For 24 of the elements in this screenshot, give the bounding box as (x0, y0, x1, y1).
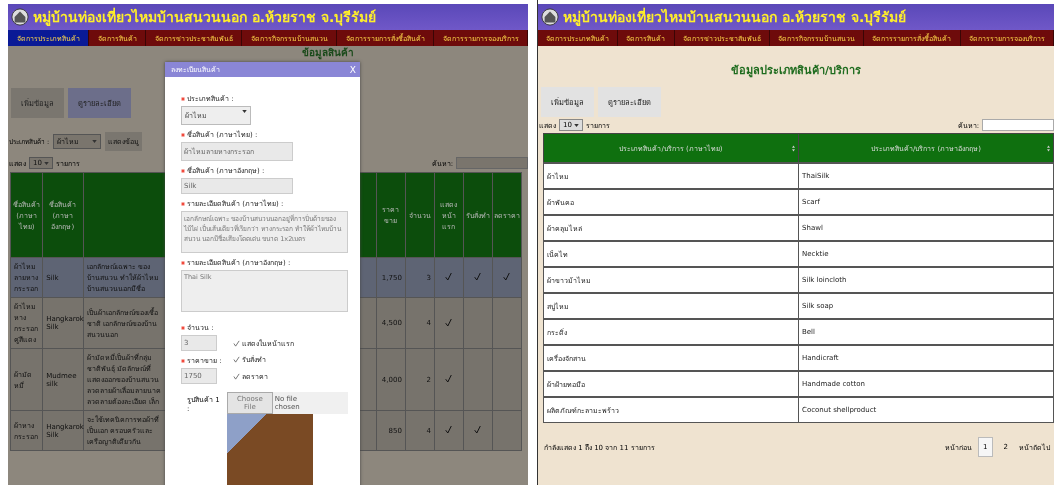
page-title: ข้อมูลสินค้า (302, 47, 354, 58)
checkbox[interactable] (233, 372, 240, 380)
logo-icon (541, 8, 559, 26)
page-title: ข้อมูลประเภทสินค้า/บริการ (730, 63, 862, 79)
caret-icon (242, 110, 247, 113)
search-field[interactable] (982, 119, 1054, 131)
sort-icon[interactable] (1047, 144, 1050, 152)
logo-icon (11, 8, 29, 26)
check-icon (445, 374, 453, 383)
check-icon (503, 272, 511, 281)
site-title: หมู่บ้านท่องเที่ยวไหมบ้านสนวนนอก อ.ห้วยราช จ.บุรีรัมย์ (563, 6, 907, 28)
caret-icon (573, 123, 579, 127)
checkbox[interactable] (233, 339, 240, 347)
check-icon (474, 425, 482, 434)
sort-icon[interactable] (792, 144, 795, 152)
check-icon (474, 272, 482, 281)
checkbox[interactable] (233, 356, 240, 363)
caret-icon (43, 161, 49, 165)
search-field[interactable] (456, 157, 528, 169)
caret-icon (92, 140, 98, 143)
check-icon (445, 272, 453, 281)
check-icon (445, 317, 453, 327)
check-icon (445, 425, 453, 434)
site-title: หมู่บ้านท่องเที่ยวไหมบ้านสนวนนอก อ.ห้วยราช จ.บุรีรัมย์ (33, 6, 377, 28)
